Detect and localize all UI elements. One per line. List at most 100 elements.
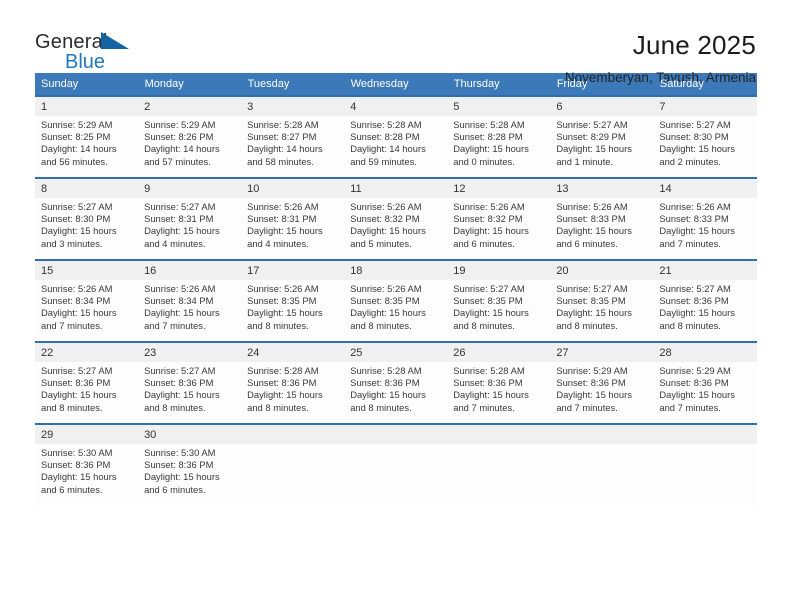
day-number[interactable]: 3 — [241, 95, 345, 116]
day-cell[interactable]: Sunrise: 5:27 AM Sunset: 8:36 PM Dayligh… — [35, 362, 139, 424]
day-number[interactable]: 11 — [344, 177, 448, 198]
day-cell[interactable]: Sunrise: 5:27 AM Sunset: 8:30 PM Dayligh… — [35, 198, 139, 260]
day-cell[interactable]: Sunrise: 5:26 AM Sunset: 8:32 PM Dayligh… — [447, 198, 551, 260]
day-number[interactable]: 14 — [653, 177, 757, 198]
day-cell[interactable]: Sunrise: 5:27 AM Sunset: 8:31 PM Dayligh… — [138, 198, 242, 260]
day-number[interactable]: 23 — [138, 341, 242, 362]
daylight-text-line2: and 6 minutes. — [556, 237, 618, 249]
day-number[interactable]: 15 — [35, 259, 139, 280]
day-cell[interactable]: Sunrise: 5:29 AM Sunset: 8:36 PM Dayligh… — [550, 362, 654, 424]
day-number[interactable]: 24 — [241, 341, 345, 362]
day-cell[interactable]: Sunrise: 5:27 AM Sunset: 8:35 PM Dayligh… — [550, 280, 654, 342]
day-cell[interactable]: Sunrise: 5:28 AM Sunset: 8:36 PM Dayligh… — [344, 362, 448, 424]
day-number[interactable]: 26 — [447, 341, 551, 362]
day-cell-empty — [550, 444, 654, 506]
day-number[interactable]: 8 — [35, 177, 139, 198]
daylight-text-line2: and 6 minutes. — [453, 237, 515, 249]
day-cell[interactable]: Sunrise: 5:28 AM Sunset: 8:36 PM Dayligh… — [241, 362, 345, 424]
day-number[interactable]: 18 — [344, 259, 448, 280]
day-number[interactable]: 20 — [550, 259, 654, 280]
day-cell[interactable]: Sunrise: 5:28 AM Sunset: 8:28 PM Dayligh… — [344, 116, 448, 178]
day-number[interactable]: 27 — [550, 341, 654, 362]
daylight-text-line2: and 8 minutes. — [144, 401, 206, 413]
daylight-text-line2: and 7 minutes. — [659, 237, 721, 249]
generalblue-logo[interactable]: General Blue — [35, 30, 145, 72]
day-cell[interactable]: Sunrise: 5:30 AM Sunset: 8:36 PM Dayligh… — [138, 444, 242, 506]
sunset-text: Sunset: 8:34 PM — [41, 295, 111, 307]
day-number[interactable]: 30 — [138, 423, 242, 444]
day-cell[interactable]: Sunrise: 5:26 AM Sunset: 8:34 PM Dayligh… — [35, 280, 139, 342]
day-cell[interactable]: Sunrise: 5:29 AM Sunset: 8:36 PM Dayligh… — [653, 362, 757, 424]
day-number[interactable]: 6 — [550, 95, 654, 116]
week-detail-row: Sunrise: 5:30 AM Sunset: 8:36 PM Dayligh… — [35, 444, 757, 506]
daylight-text-line2: and 7 minutes. — [556, 401, 618, 413]
week-detail-row: Sunrise: 5:26 AM Sunset: 8:34 PM Dayligh… — [35, 280, 757, 342]
sunset-text: Sunset: 8:35 PM — [350, 295, 420, 307]
day-number[interactable]: 17 — [241, 259, 345, 280]
daylight-text-line1: Daylight: 15 hours — [350, 225, 426, 237]
sunrise-text: Sunrise: 5:30 AM — [144, 447, 216, 458]
day-number[interactable]: 28 — [653, 341, 757, 362]
calendar-body: 1 2 3 4 5 6 7 Sunrise: 5:29 AM Sunset: 8… — [35, 95, 757, 506]
sunset-text: Sunset: 8:27 PM — [247, 131, 317, 143]
day-cell[interactable]: Sunrise: 5:30 AM Sunset: 8:36 PM Dayligh… — [35, 444, 139, 506]
daylight-text-line2: and 8 minutes. — [350, 319, 412, 331]
daylight-text-line2: and 5 minutes. — [350, 237, 412, 249]
day-cell[interactable]: Sunrise: 5:26 AM Sunset: 8:33 PM Dayligh… — [550, 198, 654, 260]
day-number[interactable]: 5 — [447, 95, 551, 116]
day-number[interactable]: 29 — [35, 423, 139, 444]
sunset-text: Sunset: 8:25 PM — [41, 131, 111, 143]
sunset-text: Sunset: 8:35 PM — [453, 295, 523, 307]
sunrise-text: Sunrise: 5:26 AM — [350, 201, 422, 212]
day-cell[interactable]: Sunrise: 5:28 AM Sunset: 8:28 PM Dayligh… — [447, 116, 551, 178]
day-cell[interactable]: Sunrise: 5:27 AM Sunset: 8:36 PM Dayligh… — [653, 280, 757, 342]
daylight-text-line2: and 57 minutes. — [144, 155, 211, 167]
day-number[interactable]: 9 — [138, 177, 242, 198]
day-cell-empty — [344, 444, 448, 506]
day-number[interactable]: 16 — [138, 259, 242, 280]
week-daynumber-row: 15 16 17 18 19 20 21 — [35, 259, 757, 280]
sunrise-text: Sunrise: 5:30 AM — [41, 447, 113, 458]
day-number[interactable]: 13 — [550, 177, 654, 198]
day-cell[interactable]: Sunrise: 5:26 AM Sunset: 8:35 PM Dayligh… — [241, 280, 345, 342]
day-cell[interactable]: Sunrise: 5:26 AM Sunset: 8:35 PM Dayligh… — [344, 280, 448, 342]
day-number[interactable]: 25 — [344, 341, 448, 362]
day-cell[interactable]: Sunrise: 5:27 AM Sunset: 8:29 PM Dayligh… — [550, 116, 654, 178]
daylight-text-line2: and 2 minutes. — [659, 155, 721, 167]
daylight-text-line1: Daylight: 15 hours — [350, 389, 426, 401]
daylight-text-line1: Daylight: 15 hours — [144, 225, 220, 237]
day-number[interactable]: 7 — [653, 95, 757, 116]
week-detail-row: Sunrise: 5:29 AM Sunset: 8:25 PM Dayligh… — [35, 116, 757, 178]
day-cell-empty — [241, 444, 345, 506]
day-cell[interactable]: Sunrise: 5:26 AM Sunset: 8:33 PM Dayligh… — [653, 198, 757, 260]
day-cell[interactable]: Sunrise: 5:27 AM Sunset: 8:35 PM Dayligh… — [447, 280, 551, 342]
sunset-text: Sunset: 8:33 PM — [659, 213, 729, 225]
day-cell[interactable]: Sunrise: 5:26 AM Sunset: 8:34 PM Dayligh… — [138, 280, 242, 342]
day-number[interactable]: 10 — [241, 177, 345, 198]
logo-triangle-icon — [101, 32, 129, 49]
day-cell[interactable]: Sunrise: 5:26 AM Sunset: 8:32 PM Dayligh… — [344, 198, 448, 260]
day-cell[interactable]: Sunrise: 5:27 AM Sunset: 8:30 PM Dayligh… — [653, 116, 757, 178]
day-number[interactable]: 21 — [653, 259, 757, 280]
day-number[interactable]: 4 — [344, 95, 448, 116]
day-cell[interactable]: Sunrise: 5:29 AM Sunset: 8:25 PM Dayligh… — [35, 116, 139, 178]
day-number[interactable]: 1 — [35, 95, 139, 116]
day-cell[interactable]: Sunrise: 5:27 AM Sunset: 8:36 PM Dayligh… — [138, 362, 242, 424]
sunset-text: Sunset: 8:36 PM — [144, 459, 214, 471]
day-cell[interactable]: Sunrise: 5:28 AM Sunset: 8:27 PM Dayligh… — [241, 116, 345, 178]
day-number[interactable]: 19 — [447, 259, 551, 280]
sunset-text: Sunset: 8:26 PM — [144, 131, 214, 143]
daylight-text-line2: and 8 minutes. — [556, 319, 618, 331]
day-cell[interactable]: Sunrise: 5:28 AM Sunset: 8:36 PM Dayligh… — [447, 362, 551, 424]
day-number[interactable]: 2 — [138, 95, 242, 116]
day-number[interactable]: 22 — [35, 341, 139, 362]
day-number[interactable]: 12 — [447, 177, 551, 198]
sunrise-text: Sunrise: 5:29 AM — [659, 365, 731, 376]
day-cell[interactable]: Sunrise: 5:26 AM Sunset: 8:31 PM Dayligh… — [241, 198, 345, 260]
daylight-text-line1: Daylight: 14 hours — [350, 143, 426, 155]
day-cell[interactable]: Sunrise: 5:29 AM Sunset: 8:26 PM Dayligh… — [138, 116, 242, 178]
sunrise-text: Sunrise: 5:28 AM — [350, 119, 422, 130]
sunset-text: Sunset: 8:31 PM — [144, 213, 214, 225]
sunrise-text: Sunrise: 5:27 AM — [41, 201, 113, 212]
sunrise-text: Sunrise: 5:29 AM — [556, 365, 628, 376]
